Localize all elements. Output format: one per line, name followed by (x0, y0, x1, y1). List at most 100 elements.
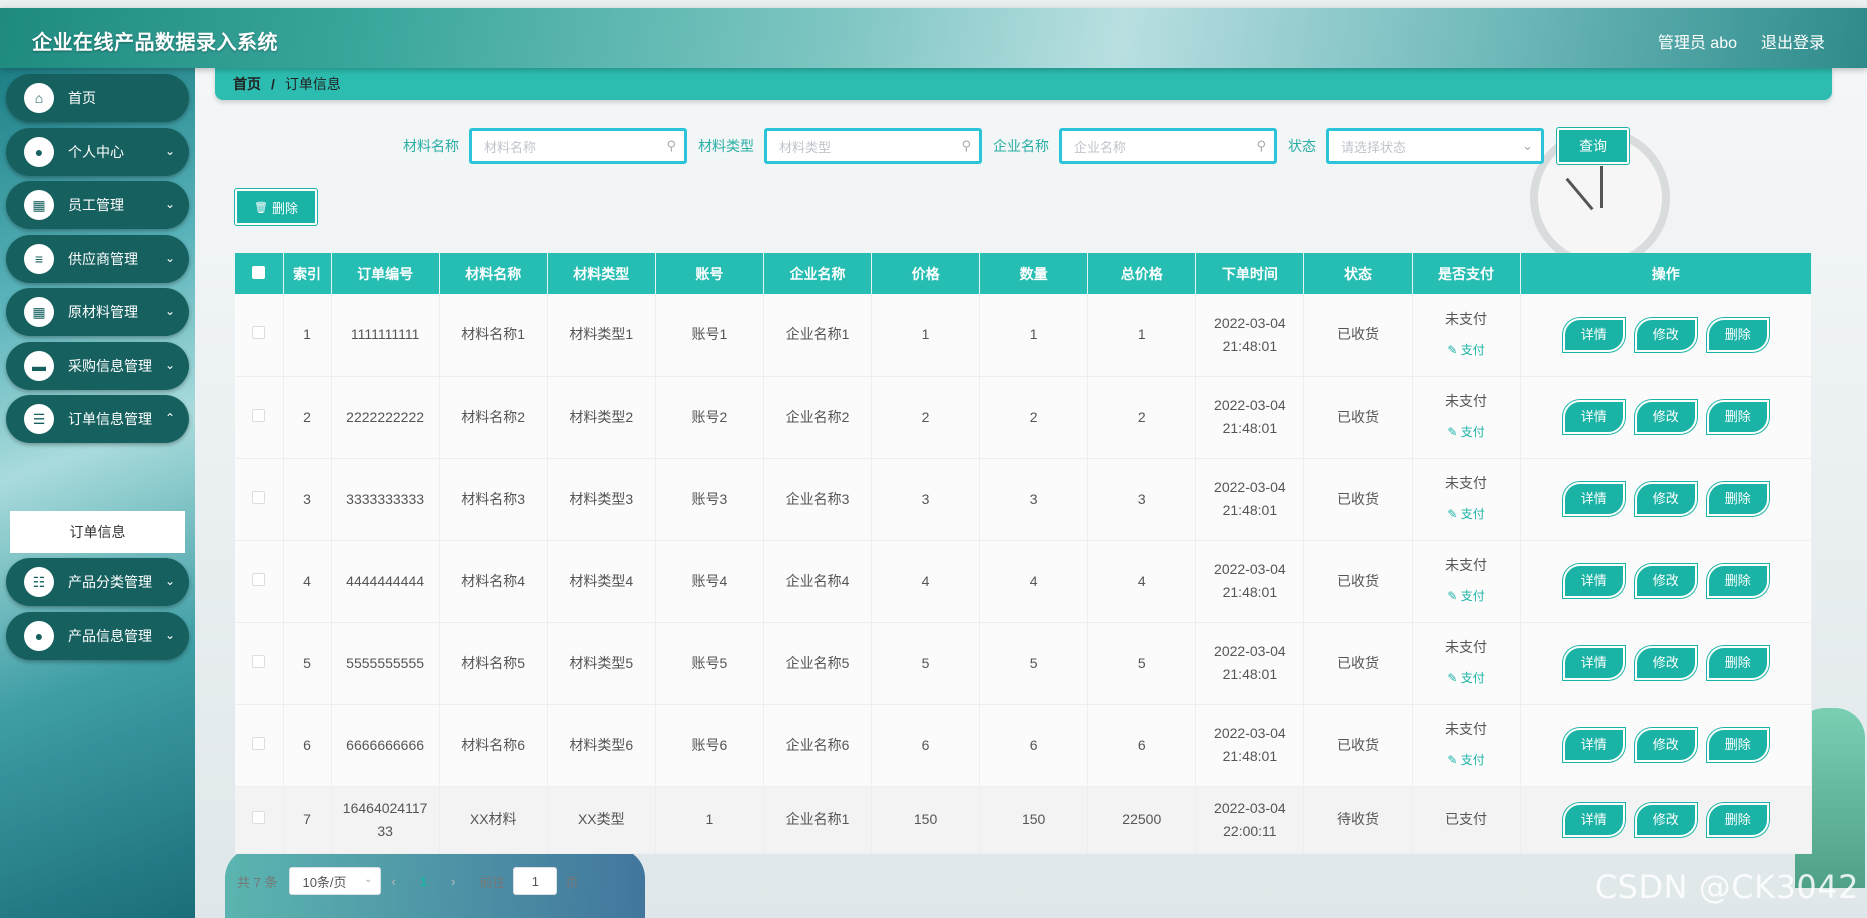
pencil-icon: ✎ (1447, 425, 1458, 439)
row-checkbox[interactable] (252, 572, 266, 586)
edit-button[interactable]: 修改 (1634, 728, 1697, 762)
delete-button[interactable]: 删除 (1706, 646, 1769, 680)
sidebar-item-suppliers[interactable]: ≡ 供应商管理 ⌄ (6, 235, 189, 283)
delete-button[interactable]: 删除 (1706, 564, 1769, 598)
detail-button[interactable]: 详情 (1562, 564, 1625, 598)
pay-link[interactable]: ✎ 支付 (1413, 339, 1520, 362)
detail-button[interactable]: 详情 (1562, 802, 1625, 837)
pay-link[interactable]: ✎ 支付 (1413, 421, 1520, 444)
cell-company: 企业名称1 (763, 786, 873, 854)
next-page-button[interactable]: › (451, 874, 455, 889)
detail-button[interactable]: 详情 (1562, 728, 1625, 762)
cell-status: 待收货 (1303, 786, 1413, 854)
sidebar-item-profile[interactable]: ● 个人中心 ⌄ (6, 128, 189, 176)
row-checkbox[interactable] (252, 326, 266, 340)
delete-button[interactable]: 删除 (1706, 482, 1769, 516)
cell-paid: 已支付 (1412, 786, 1521, 854)
table-row: 6 6666666666 材料名称6 材料类型6 账号6 企业名称6 6 6 6 2022-03-… (235, 704, 1813, 787)
edit-button[interactable]: 修改 (1634, 646, 1697, 680)
detail-button[interactable]: 详情 (1562, 400, 1625, 434)
material-type-input[interactable]: 材料类型 ⚲ (764, 128, 982, 164)
breadcrumb-home[interactable]: 首页 (233, 74, 261, 94)
cell-qty: 5 (979, 622, 1089, 705)
cell-paid: 未支付 ✎ 支付 (1412, 704, 1521, 787)
query-button[interactable]: 查询 (1557, 128, 1629, 164)
cell-index: 6 (283, 704, 332, 787)
goto-page-input[interactable]: 1 (513, 867, 558, 895)
status-label: 状态 (1288, 138, 1316, 154)
cell-total: 6 (1087, 704, 1197, 787)
cell-company: 企业名称6 (763, 704, 873, 787)
table-row: 3 3333333333 材料名称3 材料类型3 账号3 企业名称3 3 3 3 2022-03-… (235, 458, 1813, 541)
app-title: 企业在线产品数据录入系统 (32, 32, 278, 54)
edit-button[interactable]: 修改 (1634, 482, 1697, 516)
detail-button[interactable]: 详情 (1562, 646, 1625, 680)
table-row: 7 16464024117 33 XX材料 XX类型 1 企业名称1 150 150 22500 2… (235, 786, 1813, 854)
pay-link[interactable]: ✎ 支付 (1413, 749, 1520, 772)
status-select[interactable]: 请选择状态 ⌄ (1326, 128, 1544, 164)
col-header-qty: 数量 (979, 253, 1089, 294)
row-checkbox[interactable] (252, 490, 266, 504)
detail-button[interactable]: 详情 (1562, 317, 1625, 352)
col-header-order-time: 下单时间 (1195, 253, 1305, 294)
sidebar-item-materials[interactable]: ▦ 原材料管理 ⌄ (6, 288, 189, 336)
pay-link[interactable]: ✎ 支付 (1413, 667, 1520, 690)
house-icon: ⌂ (24, 83, 54, 113)
company-input[interactable]: 企业名称 ⚲ (1059, 128, 1277, 164)
col-header-company: 企业名称 (763, 253, 873, 294)
detail-button[interactable]: 详情 (1562, 482, 1625, 516)
delete-button[interactable]: 删除 (1706, 728, 1769, 762)
search-company: 企业名称 企业名称 ⚲ (993, 128, 1277, 164)
page-size-select[interactable]: 10条/页 ⌄ (289, 867, 382, 895)
sidebar-item-product-info[interactable]: ● 产品信息管理 ⌄ (6, 612, 189, 660)
edit-button[interactable]: 修改 (1634, 317, 1697, 352)
pencil-icon: ✎ (1447, 589, 1458, 603)
cell-order-no: 3333333333 (331, 458, 440, 541)
sidebar-item-staff[interactable]: ▦ 员工管理 ⌄ (6, 181, 189, 229)
row-checkbox[interactable] (252, 408, 266, 422)
material-name-input[interactable]: 材料名称 ⚲ (469, 128, 687, 164)
material-type-label: 材料类型 (698, 138, 754, 154)
pay-link[interactable]: ✎ 支付 (1413, 585, 1520, 608)
sidebar-item-label: 产品分类管理 (68, 574, 152, 590)
cell-account: 1 (655, 786, 764, 854)
pencil-icon: ✎ (1447, 507, 1458, 521)
edit-button[interactable]: 修改 (1634, 564, 1697, 598)
pay-link[interactable]: ✎ 支付 (1413, 503, 1520, 526)
cell-status: 已收货 (1303, 704, 1413, 787)
row-checkbox[interactable] (252, 811, 266, 824)
cell-order-time: 2022-03-04 21:48:01 (1195, 540, 1305, 623)
select-all-checkbox[interactable] (252, 265, 266, 279)
sidebar-item-purchase[interactable]: ▬ 采购信息管理 ⌄ (6, 342, 189, 390)
cell-price: 5 (871, 622, 981, 705)
bulb-icon: ● (24, 621, 54, 651)
row-checkbox[interactable] (252, 736, 266, 750)
page-number[interactable]: 1 (420, 874, 427, 889)
sidebar-item-product-category[interactable]: ☷ 产品分类管理 ⌄ (6, 558, 189, 606)
cell-type: XX类型 (547, 786, 656, 854)
cell-material: 材料名称3 (439, 458, 548, 541)
cell-material: XX材料 (439, 786, 548, 854)
cell-index: 4 (283, 540, 332, 623)
delete-button[interactable]: 删除 (1706, 317, 1769, 352)
col-header-type: 材料类型 (547, 253, 656, 294)
current-user: 管理员 abo (1657, 35, 1737, 52)
batch-delete-button[interactable]: 🗑 删除 (235, 189, 317, 225)
sidebar-item-home[interactable]: ⌂ 首页 (6, 74, 189, 122)
edit-button[interactable]: 修改 (1634, 802, 1697, 837)
row-checkbox[interactable] (252, 654, 266, 668)
list-icon: ☰ (24, 404, 54, 434)
cell-company: 企业名称2 (763, 376, 873, 459)
sidebar-subitem-order-info[interactable]: 订单信息 (10, 511, 185, 553)
cell-price: 1 (871, 294, 981, 377)
sidebar-item-orders[interactable]: ☰ 订单信息管理 ⌃ (6, 395, 189, 443)
sidebar-item-label: 产品信息管理 (68, 628, 152, 644)
prev-page-button[interactable]: ‹ (391, 874, 395, 889)
delete-button[interactable]: 删除 (1706, 400, 1769, 434)
delete-button[interactable]: 删除 (1706, 802, 1769, 837)
cell-material: 材料名称1 (439, 294, 548, 377)
logout-link[interactable]: 退出登录 (1761, 29, 1825, 53)
pagination: 共 7 条 10条/页 ⌄ ‹ 1 › 前往 1 页 (237, 866, 578, 896)
cell-total: 5 (1087, 622, 1197, 705)
edit-button[interactable]: 修改 (1634, 400, 1697, 434)
